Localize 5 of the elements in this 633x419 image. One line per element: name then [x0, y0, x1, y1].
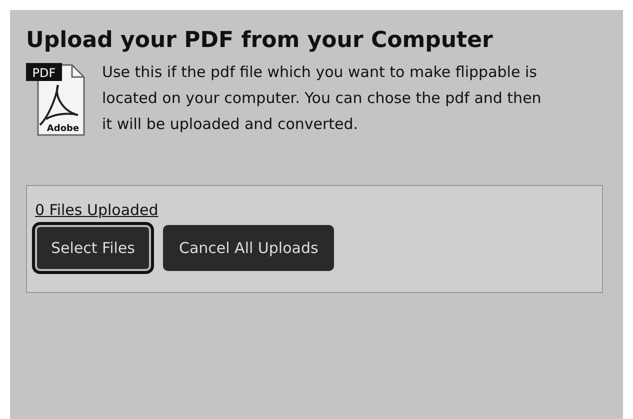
description-text: Use this if the pdf file which you want to make flippable is located on your computer. You can chose the pdf and then it will be uploaded and converted.: [102, 62, 542, 135]
page-title: Upload your PDF from your Computer: [26, 28, 494, 53]
upload-status-text: 0 Files Uploaded: [35, 201, 158, 219]
select-files-button[interactable]: Select Files: [35, 225, 151, 271]
cancel-uploads-button[interactable]: Cancel All Uploads: [162, 225, 334, 271]
